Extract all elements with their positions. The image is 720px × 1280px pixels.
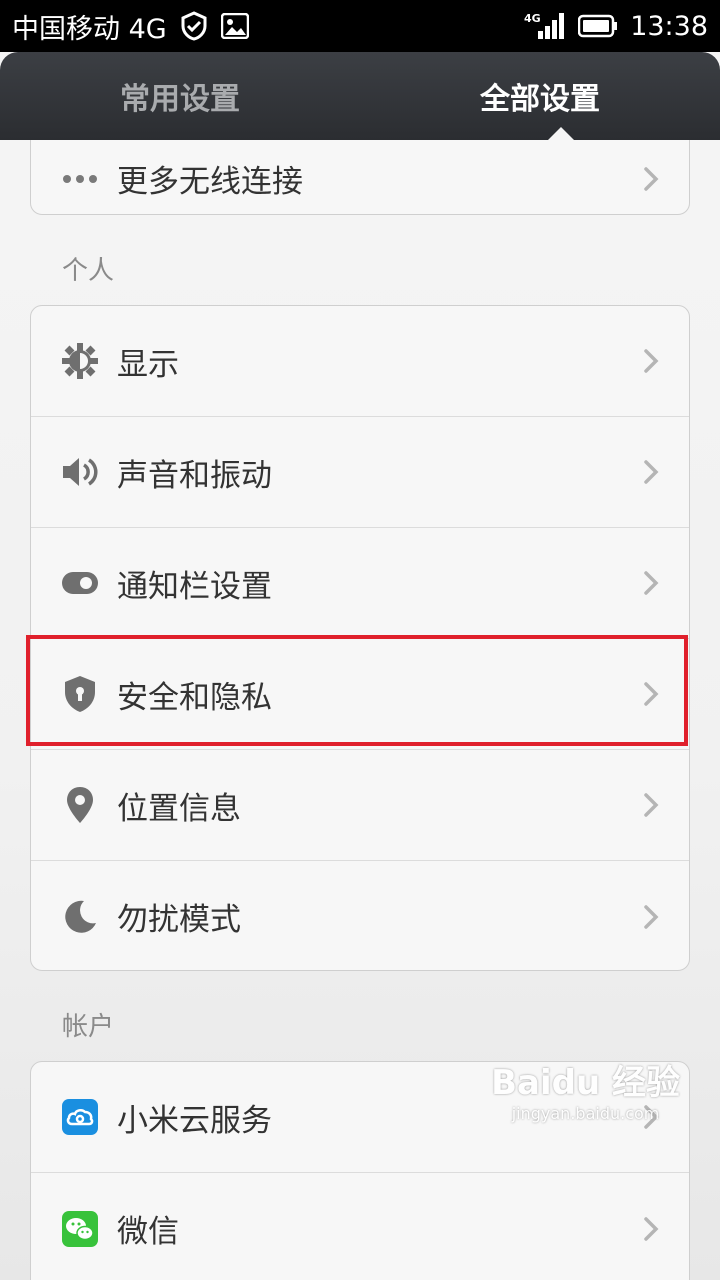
- speaker-icon: [61, 453, 99, 491]
- chevron-right-icon: [641, 347, 661, 375]
- chevron-right-icon: [641, 165, 661, 193]
- watermark-url: jingyan.baidu.com: [511, 1104, 660, 1123]
- chevron-right-icon: [641, 680, 661, 708]
- list-item-label: 安全和隐私: [117, 679, 272, 716]
- list-item-display[interactable]: 显示: [31, 306, 689, 417]
- section-header-account: 帐户: [62, 1012, 115, 1042]
- moon-icon: [61, 898, 99, 936]
- brightness-icon: [61, 342, 99, 380]
- list-item-security-privacy[interactable]: 安全和隐私: [31, 639, 689, 750]
- list-item-label: 微信: [117, 1214, 179, 1250]
- chevron-right-icon: [641, 791, 661, 819]
- tab-label: 常用设置: [120, 82, 240, 117]
- status-bar: 中国移动 4G 4G 13:38: [0, 0, 720, 52]
- baidu-watermark: Baidu 经验 jingyan.baidu.com: [491, 1055, 680, 1123]
- shield-lock-icon: [61, 675, 99, 713]
- clock: 13:38: [630, 10, 708, 42]
- svg-text:4G: 4G: [524, 12, 541, 25]
- chevron-right-icon: [641, 569, 661, 597]
- location-pin-icon: [61, 786, 99, 824]
- watermark-logo: Baidu 经验: [491, 1063, 680, 1103]
- list-item-do-not-disturb[interactable]: 勿扰模式: [31, 861, 689, 970]
- shield-check-icon: [179, 11, 209, 41]
- active-tab-indicator: [548, 127, 574, 140]
- list-item-label: 通知栏设置: [117, 568, 272, 605]
- list-item-wechat[interactable]: 微信: [31, 1173, 689, 1280]
- battery-icon: [578, 14, 618, 38]
- section-header-personal: 个人: [62, 256, 115, 286]
- signal-4g-icon: 4G: [524, 11, 566, 41]
- toggle-icon: [61, 564, 99, 602]
- list-item-label: 小米云服务: [117, 1102, 272, 1139]
- list-item-notification-bar[interactable]: 通知栏设置: [31, 528, 689, 639]
- list-item-label: 勿扰模式: [117, 902, 241, 938]
- list-item-sound-vibration[interactable]: 声音和振动: [31, 417, 689, 528]
- wechat-icon: [61, 1210, 99, 1248]
- list-item-label: 显示: [117, 346, 179, 383]
- carrier-label: 中国移动 4G: [12, 13, 167, 45]
- more-dots-icon: [61, 160, 99, 198]
- list-item-location[interactable]: 位置信息: [31, 750, 689, 861]
- settings-tab-bar: 常用设置 全部设置: [0, 52, 720, 140]
- cloud-icon: [61, 1098, 99, 1136]
- chevron-right-icon: [641, 458, 661, 486]
- list-item-more-wireless[interactable]: 更多无线连接: [31, 140, 689, 214]
- wireless-card: 更多无线连接: [30, 140, 690, 215]
- list-item-label: 声音和振动: [117, 457, 272, 494]
- list-item-label: 位置信息: [117, 790, 241, 827]
- image-notification-icon: [220, 13, 249, 39]
- tab-all-settings[interactable]: 全部设置: [360, 52, 720, 140]
- chevron-right-icon: [641, 1215, 661, 1243]
- chevron-right-icon: [641, 903, 661, 931]
- personal-card: 显示 声音和振动 通知栏设置 安全和隐私 位置信息 勿扰模式: [30, 305, 690, 971]
- tab-label: 全部设置: [480, 82, 600, 117]
- tab-common-settings[interactable]: 常用设置: [0, 52, 360, 140]
- list-item-label: 更多无线连接: [117, 164, 303, 200]
